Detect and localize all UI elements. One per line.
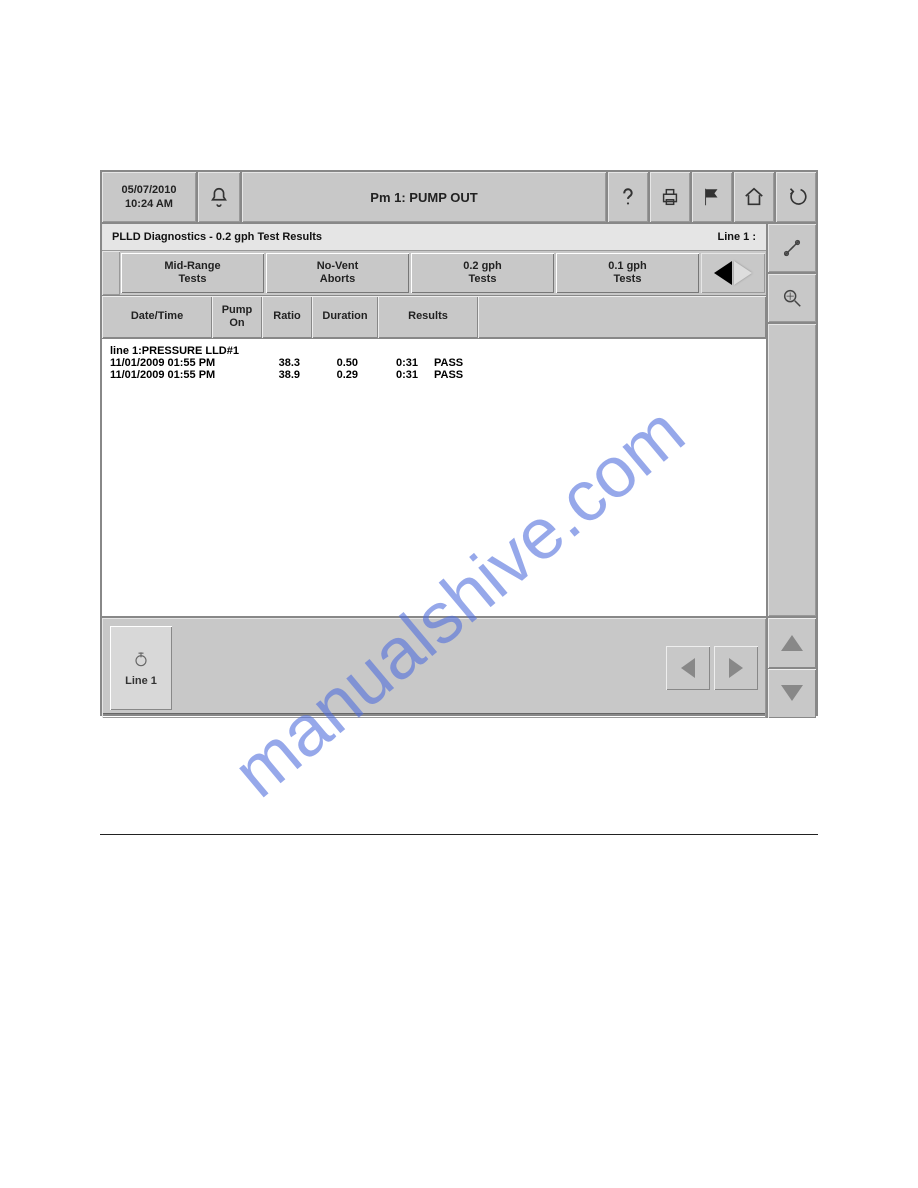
triangle-down-icon [781, 685, 803, 701]
col-header-duration: Duration [312, 296, 378, 338]
triangle-right-icon [729, 658, 743, 678]
top-bar: 05/07/2010 10:24 AM Pm 1: PUMP OUT [102, 172, 816, 224]
cell-results: PASS [428, 369, 494, 381]
home-icon [743, 186, 765, 208]
column-headers: Date/Time PumpOn Ratio Duration Results [102, 296, 766, 339]
footer-left: Line 1 [102, 618, 768, 718]
col-header-results: Results [378, 296, 478, 338]
cell-results: PASS [428, 357, 494, 369]
flag-icon [701, 186, 723, 208]
cell-datetime: 11/01/2009 01:55 PM [110, 369, 250, 381]
footer-row: Line 1 [102, 616, 816, 718]
side-filler [768, 324, 816, 616]
subtitle-bar: PLLD Diagnostics - 0.2 gph Test Results … [102, 224, 766, 251]
col-header-ratio: Ratio [262, 296, 312, 338]
content-column: PLLD Diagnostics - 0.2 gph Test Results … [102, 224, 768, 616]
magnifier-icon [781, 287, 803, 309]
col-header-pump-on: PumpOn [212, 296, 262, 338]
cell-pump-on: 38.3 [250, 357, 316, 369]
table-row: 11/01/2009 01:55 PM 38.3 0.50 0:31 PASS [110, 357, 758, 369]
col-header-datetime: Date/Time [102, 296, 212, 338]
date-text: 05/07/2010 [121, 183, 176, 197]
help-button[interactable] [608, 172, 650, 222]
tab-02gph-tests[interactable]: 0.2 gph Tests [411, 253, 554, 293]
scroll-up-button[interactable] [768, 618, 816, 669]
nav-next-button[interactable] [714, 646, 758, 690]
app-window: 05/07/2010 10:24 AM Pm 1: PUMP OUT [100, 170, 818, 716]
line-meter-icon [131, 649, 151, 669]
alarm-button[interactable] [198, 172, 242, 222]
nav-prev-button[interactable] [666, 646, 710, 690]
bell-icon [208, 186, 230, 208]
datetime-display: 05/07/2010 10:24 AM [102, 172, 198, 222]
page-rule [100, 834, 818, 835]
cell-ratio: 0.50 [316, 357, 368, 369]
triangle-up-icon [781, 635, 803, 651]
cell-pump-on: 38.9 [250, 369, 316, 381]
subtitle-right: Line 1 : [717, 231, 756, 243]
triangle-left-icon [714, 261, 732, 285]
tab-scroll-buttons[interactable] [701, 253, 765, 293]
triangle-right-icon [734, 261, 752, 285]
line-1-button[interactable]: Line 1 [110, 626, 172, 710]
footer-nav [666, 618, 766, 718]
window-title: Pm 1: PUMP OUT [242, 172, 608, 222]
time-text: 10:24 AM [125, 197, 173, 211]
print-button[interactable] [650, 172, 692, 222]
tab-01gph-tests[interactable]: 0.1 gph Tests [556, 253, 699, 293]
back-button[interactable] [776, 172, 816, 222]
side-column [768, 224, 816, 616]
cell-ratio: 0.29 [316, 369, 368, 381]
scroll-down-button[interactable] [768, 669, 816, 719]
data-area: line 1:PRESSURE LLD#1 11/01/2009 01:55 P… [102, 339, 766, 616]
print-icon [659, 186, 681, 208]
footer-right [768, 618, 816, 718]
home-button[interactable] [734, 172, 776, 222]
table-row: 11/01/2009 01:55 PM 38.9 0.29 0:31 PASS [110, 369, 758, 381]
tool-button[interactable] [692, 172, 734, 222]
subtitle-left: PLLD Diagnostics - 0.2 gph Test Results [112, 231, 322, 243]
tab-novent-aborts[interactable]: No-Vent Aborts [266, 253, 409, 293]
col-header-blank [478, 296, 766, 338]
tools-button[interactable] [768, 224, 816, 274]
line-btn-label: Line 1 [125, 675, 157, 687]
wrench-icon [781, 237, 803, 259]
tab-midrange-tests[interactable]: Mid-Range Tests [121, 253, 264, 293]
tab-scroll-left-stub [102, 251, 120, 295]
tabs-row: Mid-Range Tests No-Vent Aborts 0.2 gph T… [102, 251, 766, 296]
group-label: line 1:PRESSURE LLD#1 [110, 345, 758, 357]
cell-datetime: 11/01/2009 01:55 PM [110, 357, 250, 369]
return-arrow-icon [785, 186, 807, 208]
cell-duration: 0:31 [368, 369, 428, 381]
cell-duration: 0:31 [368, 357, 428, 369]
zoom-button[interactable] [768, 274, 816, 324]
body-row: PLLD Diagnostics - 0.2 gph Test Results … [102, 224, 816, 616]
triangle-left-icon [681, 658, 695, 678]
question-icon [617, 186, 639, 208]
